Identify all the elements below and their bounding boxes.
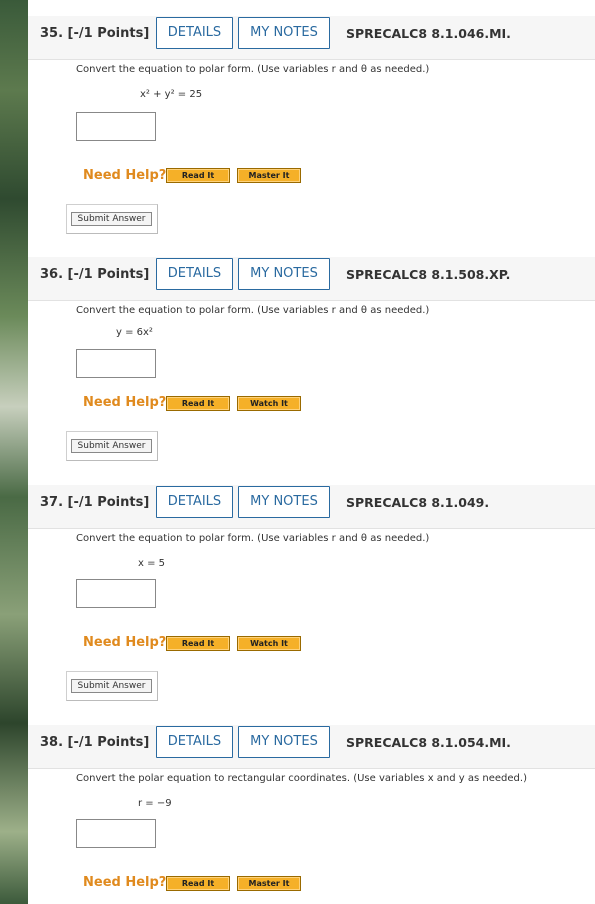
submit-area: Submit Answer <box>66 431 158 461</box>
question-body: Convert the polar equation to rectangula… <box>76 773 595 784</box>
master-it-button[interactable]: Master It <box>237 876 301 891</box>
question-list: 35. [-/1 Points] DETAILS MY NOTES SPRECA… <box>28 0 595 904</box>
question-header: 37. [-/1 Points] DETAILS MY NOTES SPRECA… <box>28 485 595 529</box>
need-help-label: Need Help? <box>83 635 167 650</box>
details-button[interactable]: DETAILS <box>156 486 233 518</box>
details-button[interactable]: DETAILS <box>156 17 233 49</box>
question-body: Convert the equation to polar form. (Use… <box>76 305 595 316</box>
question-header: 36. [-/1 Points] DETAILS MY NOTES SPRECA… <box>28 257 595 301</box>
question-prompt: Convert the equation to polar form. (Use… <box>76 305 430 316</box>
submit-area: Submit Answer <box>66 204 158 234</box>
question-body: Convert the equation to polar form. (Use… <box>76 533 595 544</box>
details-button[interactable]: DETAILS <box>156 726 233 758</box>
question-number: 35. [-/1 Points] <box>40 26 150 41</box>
watch-it-button[interactable]: Watch It <box>237 396 301 411</box>
question-code: SPRECALC8 8.1.508.XP. <box>346 267 511 282</box>
my-notes-button[interactable]: MY NOTES <box>238 258 330 290</box>
master-it-button[interactable]: Master It <box>237 168 301 183</box>
equation: x = 5 <box>138 558 166 569</box>
question-38: 38. [-/1 Points] DETAILS MY NOTES SPRECA… <box>28 725 595 904</box>
question-prompt: Convert the equation to polar form. (Use… <box>76 64 430 75</box>
question-prompt: Convert the equation to polar form. (Use… <box>76 533 430 544</box>
need-help-label: Need Help? <box>83 875 167 890</box>
question-body: Convert the equation to polar form. (Use… <box>76 64 595 75</box>
details-button[interactable]: DETAILS <box>156 258 233 290</box>
answer-input[interactable] <box>76 579 156 608</box>
question-number: 36. [-/1 Points] <box>40 267 150 282</box>
my-notes-button[interactable]: MY NOTES <box>238 726 330 758</box>
question-number: 38. [-/1 Points] <box>40 735 150 750</box>
need-help-label: Need Help? <box>83 395 167 410</box>
need-help-label: Need Help? <box>83 168 167 183</box>
question-prompt: Convert the polar equation to rectangula… <box>76 773 527 784</box>
my-notes-button[interactable]: MY NOTES <box>238 17 330 49</box>
question-number: 37. [-/1 Points] <box>40 495 150 510</box>
submit-answer-button[interactable]: Submit Answer <box>71 679 152 693</box>
submit-answer-button[interactable]: Submit Answer <box>71 439 152 453</box>
answer-input[interactable] <box>76 112 156 141</box>
question-35: 35. [-/1 Points] DETAILS MY NOTES SPRECA… <box>28 16 595 238</box>
watch-it-button[interactable]: Watch It <box>237 636 301 651</box>
background-photo-edge <box>0 0 28 904</box>
answer-input[interactable] <box>76 349 156 378</box>
my-notes-button[interactable]: MY NOTES <box>238 486 330 518</box>
read-it-button[interactable]: Read It <box>166 396 230 411</box>
question-code: SPRECALC8 8.1.054.MI. <box>346 735 511 750</box>
question-37: 37. [-/1 Points] DETAILS MY NOTES SPRECA… <box>28 485 595 707</box>
answer-input[interactable] <box>76 819 156 848</box>
read-it-button[interactable]: Read It <box>166 168 230 183</box>
equation: x² + y² = 25 <box>140 89 203 100</box>
question-header: 38. [-/1 Points] DETAILS MY NOTES SPRECA… <box>28 725 595 769</box>
question-36: 36. [-/1 Points] DETAILS MY NOTES SPRECA… <box>28 257 595 479</box>
read-it-button[interactable]: Read It <box>166 876 230 891</box>
question-code: SPRECALC8 8.1.049. <box>346 495 490 510</box>
submit-area: Submit Answer <box>66 671 158 701</box>
question-code: SPRECALC8 8.1.046.MI. <box>346 26 511 41</box>
equation: r = −9 <box>138 798 172 809</box>
submit-answer-button[interactable]: Submit Answer <box>71 212 152 226</box>
question-header: 35. [-/1 Points] DETAILS MY NOTES SPRECA… <box>28 16 595 60</box>
equation: y = 6x² <box>116 327 153 338</box>
read-it-button[interactable]: Read It <box>166 636 230 651</box>
